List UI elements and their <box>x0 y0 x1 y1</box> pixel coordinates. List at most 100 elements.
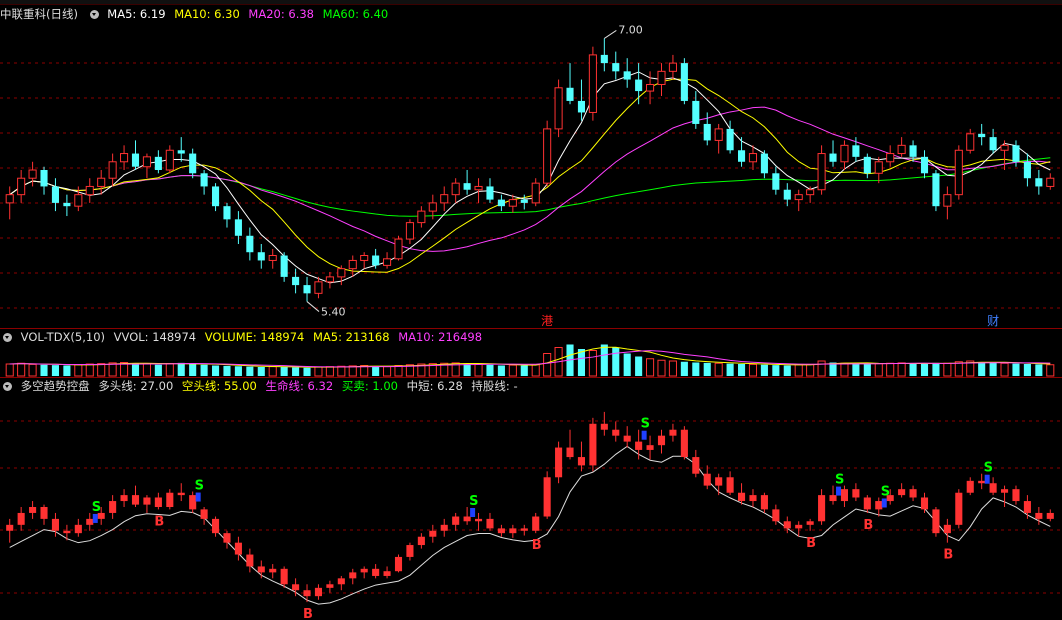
candle-body-up <box>405 222 414 240</box>
candle-body-up <box>806 189 815 196</box>
signal-candle-body <box>726 477 734 493</box>
stock-title[interactable]: 中联重科(日线) <box>0 7 78 21</box>
indicator-dropdown-icon[interactable] <box>3 382 12 391</box>
sell-signal-bar <box>195 492 201 502</box>
candle-body-up <box>417 210 426 224</box>
candle-body-up <box>714 128 723 141</box>
signal-candle-body <box>966 480 974 493</box>
volume-bar-down <box>211 365 220 376</box>
candle-body-up <box>794 194 803 201</box>
signal-candle-body <box>943 524 951 534</box>
volume-bar-up <box>85 363 94 377</box>
buy-signal-marker: B <box>863 518 873 533</box>
volume-bar-up <box>325 366 334 377</box>
signal-candle-body <box>818 495 826 522</box>
signal-candle-body <box>394 556 403 572</box>
signal-candle-body <box>63 530 71 534</box>
signal-candle-body <box>372 568 380 576</box>
volume-bar-up <box>268 366 277 377</box>
signal-candle-body <box>6 524 14 531</box>
sell-signal-marker: S <box>195 479 204 494</box>
low-pointer <box>306 301 320 312</box>
price-chart[interactable]: 7.00 5.40 港 财 <box>0 0 1062 328</box>
signal-candle-body <box>772 509 780 522</box>
candle-body-up <box>943 194 952 207</box>
candle-body-down <box>200 173 208 187</box>
volume-bar-down <box>131 363 140 376</box>
candle-body-down <box>760 153 768 174</box>
candle-body-down <box>211 186 220 207</box>
volume-bar-down <box>772 365 780 376</box>
sell-signal-marker: S <box>984 461 993 476</box>
signal-candle-body <box>337 578 345 585</box>
signal-candle-body <box>509 528 517 534</box>
signal-candle-body <box>955 492 963 525</box>
candle-body-down <box>612 63 620 72</box>
volume-bar-up <box>646 358 655 377</box>
volume-bar-down <box>600 344 608 376</box>
signal-candle-body <box>612 429 620 436</box>
volume-bar-up <box>543 353 552 377</box>
volume-bar-down <box>1035 364 1043 376</box>
volume-bar-down <box>909 363 917 376</box>
signal-candle-body <box>1046 512 1054 519</box>
volume-bar-down <box>51 365 60 376</box>
signal-candle-body <box>349 572 357 579</box>
signal-candle-body <box>109 501 117 513</box>
candle-body-up <box>531 182 540 204</box>
signal-candle-body <box>840 489 849 502</box>
signal-candle-body <box>978 480 986 484</box>
candle-body-up <box>74 194 83 207</box>
settings-dropdown-icon[interactable] <box>89 10 99 19</box>
signal-candle-body <box>417 536 425 546</box>
signal-candle-body <box>486 518 494 529</box>
signal-candle-body <box>177 492 185 496</box>
ma10-line <box>9 78 1051 273</box>
volume-bar-up <box>840 362 849 377</box>
volume-bar-up <box>74 364 83 377</box>
signal-candle-body <box>383 571 391 576</box>
candle-body-down <box>783 189 791 200</box>
volume-bar-up <box>28 363 37 377</box>
candle-body-up <box>668 62 677 72</box>
volume-bar-down <box>303 367 311 376</box>
volume-bar-down <box>829 362 837 376</box>
candle-body-down <box>703 123 711 141</box>
volume-bar-up <box>806 363 815 377</box>
signal-candle-body <box>51 518 60 531</box>
signal-candle-body <box>269 568 277 573</box>
volume-bar-up <box>383 366 392 377</box>
volume-bar-down <box>760 364 768 376</box>
price-panel[interactable]: 中联重科(日线) MA5: 6.19 MA10: 6.30 MA20: 6.38… <box>0 0 1062 328</box>
volume-panel[interactable]: VOL-TDX(5,10) VVOL: 148974 VOLUME: 14897… <box>0 329 1062 377</box>
signal-candle-body <box>474 518 483 522</box>
signal-candle-body <box>806 521 814 525</box>
candle-body-down <box>737 150 746 162</box>
candle-body-down <box>1035 178 1043 187</box>
volume-bar-down <box>280 367 288 376</box>
volume-bar-down <box>177 362 185 376</box>
volume-bar-down <box>623 353 631 376</box>
sell-signal-bar <box>881 498 887 508</box>
event-marker-finance: 财 <box>987 314 999 328</box>
signal-candle-body <box>303 590 311 597</box>
signal-candle-body <box>577 457 586 466</box>
volume-bar-down <box>612 347 620 376</box>
candle-body-up <box>5 194 14 204</box>
volume-bar-down <box>692 362 700 376</box>
indicator-chart[interactable]: B B B B B B S S S S S S S <box>0 378 1062 620</box>
indicator-panel[interactable]: 多空趋势控盘 多头线: 27.00 空头线: 55.00 生命线: 6.32 买… <box>0 378 1062 620</box>
candle-body-up <box>966 133 975 151</box>
signal-candle-body <box>520 528 528 531</box>
volume-bar-down <box>680 361 688 376</box>
volume-bar-down <box>1023 364 1031 376</box>
signal-candle-body <box>429 530 437 537</box>
signal-candle-body <box>703 473 711 486</box>
volume-bar-down <box>726 363 734 376</box>
candle-body-down <box>635 79 643 92</box>
volume-bar-up <box>17 362 26 377</box>
vvol-value: VVOL: 148974 <box>113 330 197 344</box>
volume-dropdown-icon[interactable] <box>3 333 12 342</box>
signal-candle-body <box>657 435 666 446</box>
volume-bar-down <box>63 365 71 376</box>
